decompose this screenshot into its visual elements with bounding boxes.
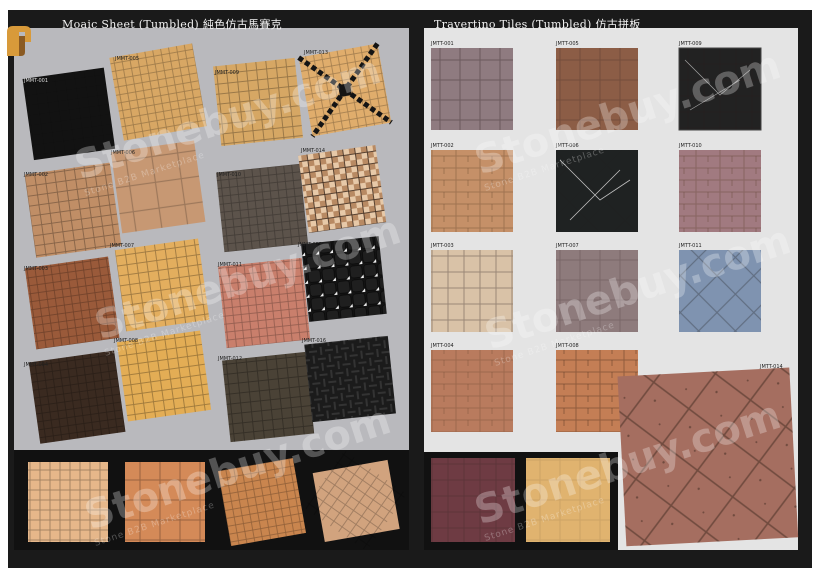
code-jmtt-007: JMTT-007: [556, 243, 579, 249]
code-jmtt-010: JMTT-010: [679, 143, 702, 149]
code-jmtt-011: JMTT-011: [679, 243, 702, 249]
code-jmtt-006: JMTT-006: [556, 143, 579, 149]
code-jmtt-014: JMTT-014: [760, 364, 783, 370]
code-jmtt-003: JMTT-003: [431, 243, 454, 249]
code-jmtt-004: JMTT-004: [431, 343, 454, 349]
code-jmtt-001: JMTT-001: [431, 41, 454, 47]
code-jmtt-008: JMTT-008: [556, 343, 579, 349]
code-jmtt-005: JMTT-005: [556, 41, 579, 47]
code-jmtt-002: JMTT-002: [431, 143, 454, 149]
right-travertine-tiles: [431, 47, 799, 547]
code-jmtt-009: JMTT-009: [679, 41, 702, 47]
